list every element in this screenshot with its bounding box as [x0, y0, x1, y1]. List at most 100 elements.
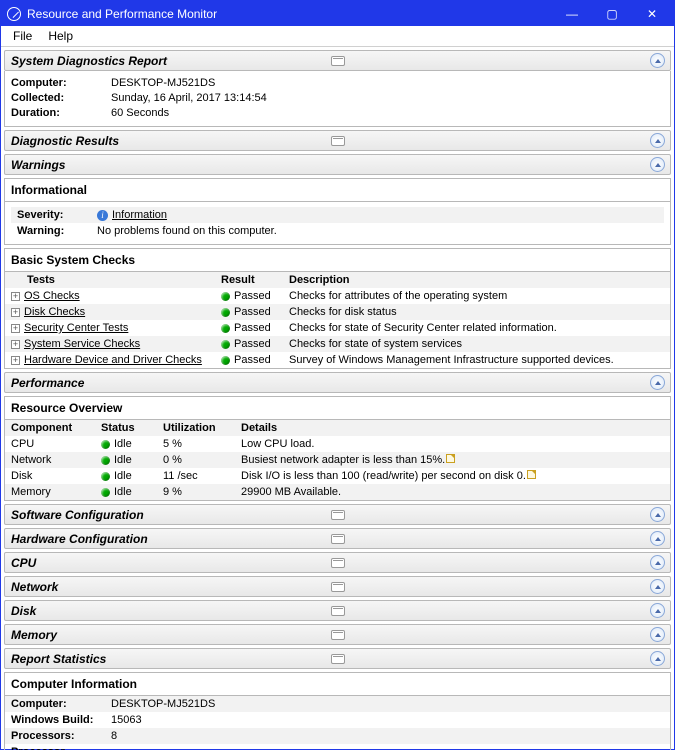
minimize-button[interactable]: —	[552, 1, 592, 26]
details-value: 29900 MB Available.	[241, 486, 341, 498]
description-value: Survey of Windows Management Infrastruct…	[283, 352, 670, 368]
collapse-icon[interactable]	[650, 603, 665, 618]
report-icon	[331, 630, 345, 640]
details-value: Disk I/O is less than 100 (read/write) p…	[241, 470, 526, 482]
report-icon	[331, 582, 345, 592]
utilization-value: 0 %	[157, 452, 235, 468]
ci-value: 15063	[105, 712, 670, 728]
ci-key: Processors:	[5, 728, 105, 744]
table-row: DiskIdle11 /secDisk I/O is less than 100…	[5, 468, 670, 484]
value-severity[interactable]: Information	[112, 209, 167, 221]
ci-value: 4008 MHz	[105, 744, 670, 750]
expand-icon[interactable]: +	[11, 356, 20, 365]
component-value: Disk	[5, 468, 95, 484]
ci-value: DESKTOP-MJ521DS	[105, 696, 670, 712]
status-value: Idle	[114, 454, 132, 466]
collapse-icon[interactable]	[650, 507, 665, 522]
window-title: Resource and Performance Monitor	[27, 7, 217, 21]
section-report-statistics[interactable]: Report Statistics	[4, 648, 671, 669]
section-memory[interactable]: Memory	[4, 624, 671, 645]
content-scroll[interactable]: System Diagnostics Report Computer:DESKT…	[1, 47, 674, 750]
test-name[interactable]: OS Checks	[24, 290, 80, 302]
collapse-icon[interactable]	[650, 531, 665, 546]
label-severity: Severity:	[11, 207, 91, 223]
status-dot-icon	[101, 456, 110, 465]
section-title: CPU	[11, 556, 36, 570]
status-dot-icon	[221, 356, 230, 365]
report-icon	[331, 654, 345, 664]
expand-icon[interactable]: +	[11, 308, 20, 317]
section-diagnostic-results[interactable]: Diagnostic Results	[4, 130, 671, 151]
utilization-value: 11 /sec	[157, 468, 235, 484]
collapse-icon[interactable]	[650, 651, 665, 666]
th-component: Component	[5, 420, 95, 436]
informational-panel: Severity:iInformation Warning:No problem…	[4, 202, 671, 245]
collapse-icon[interactable]	[650, 53, 665, 68]
collapse-icon[interactable]	[650, 579, 665, 594]
description-value: Checks for state of system services	[283, 336, 670, 352]
test-name[interactable]: Hardware Device and Driver Checks	[24, 354, 202, 366]
section-hardware-configuration[interactable]: Hardware Configuration	[4, 528, 671, 549]
section-title: Memory	[11, 628, 57, 642]
value-warning: No problems found on this computer.	[91, 223, 664, 239]
section-warnings[interactable]: Warnings	[4, 154, 671, 175]
collapse-icon[interactable]	[650, 627, 665, 642]
section-title: Hardware Configuration	[11, 532, 148, 546]
section-software-configuration[interactable]: Software Configuration	[4, 504, 671, 525]
report-icon	[331, 136, 345, 146]
section-cpu[interactable]: CPU	[4, 552, 671, 573]
collapse-icon[interactable]	[650, 133, 665, 148]
section-title: Software Configuration	[11, 508, 144, 522]
table-row: Processors:8	[5, 728, 670, 744]
status-dot-icon	[221, 324, 230, 333]
report-icon	[331, 606, 345, 616]
titlebar: Resource and Performance Monitor — ▢ ✕	[1, 1, 674, 26]
details-value: Busiest network adapter is less than 15%…	[241, 454, 445, 466]
table-row: +Hardware Device and Driver ChecksPassed…	[5, 352, 670, 368]
test-name[interactable]: System Service Checks	[24, 338, 140, 350]
section-title: Diagnostic Results	[11, 134, 119, 148]
section-performance[interactable]: Performance	[4, 372, 671, 393]
expand-icon[interactable]: +	[11, 324, 20, 333]
section-disk[interactable]: Disk	[4, 600, 671, 621]
external-link-icon[interactable]	[446, 454, 455, 463]
table-row: Computer:DESKTOP-MJ521DS	[5, 696, 670, 712]
collapse-icon[interactable]	[650, 157, 665, 172]
status-dot-icon	[101, 488, 110, 497]
test-name[interactable]: Disk Checks	[24, 306, 85, 318]
sdr-panel: Computer:DESKTOP-MJ521DS Collected:Sunda…	[4, 71, 671, 127]
result-value: Passed	[234, 306, 271, 318]
expand-icon[interactable]: +	[11, 340, 20, 349]
label-collected: Collected:	[11, 91, 111, 106]
subsection-basic-checks: Basic System Checks	[4, 248, 671, 272]
report-icon	[331, 558, 345, 568]
section-system-diagnostics[interactable]: System Diagnostics Report	[4, 50, 671, 71]
th-description: Description	[283, 272, 670, 288]
collapse-icon[interactable]	[650, 375, 665, 390]
utilization-value: 5 %	[157, 436, 235, 452]
description-value: Checks for state of Security Center rela…	[283, 320, 670, 336]
expand-icon[interactable]: +	[11, 292, 20, 301]
label-computer: Computer:	[11, 76, 111, 91]
component-value: Memory	[5, 484, 95, 500]
resource-overview-panel: ComponentStatusUtilizationDetails CPUIdl…	[4, 420, 671, 501]
maximize-button[interactable]: ▢	[592, 1, 632, 26]
close-button[interactable]: ✕	[632, 1, 672, 26]
table-row: CPUIdle5 %Low CPU load.	[5, 436, 670, 452]
utilization-value: 9 %	[157, 484, 235, 500]
component-value: CPU	[5, 436, 95, 452]
result-value: Passed	[234, 338, 271, 350]
section-network[interactable]: Network	[4, 576, 671, 597]
section-title: Disk	[11, 604, 36, 618]
ci-value: 8	[105, 728, 670, 744]
menu-help[interactable]: Help	[40, 27, 81, 45]
status-dot-icon	[101, 472, 110, 481]
details-value: Low CPU load.	[241, 438, 314, 450]
menu-file[interactable]: File	[5, 27, 40, 45]
external-link-icon[interactable]	[527, 470, 536, 479]
collapse-icon[interactable]	[650, 555, 665, 570]
label-duration: Duration:	[11, 106, 111, 121]
result-value: Passed	[234, 290, 271, 302]
th-result: Result	[215, 272, 283, 288]
test-name[interactable]: Security Center Tests	[24, 322, 128, 334]
